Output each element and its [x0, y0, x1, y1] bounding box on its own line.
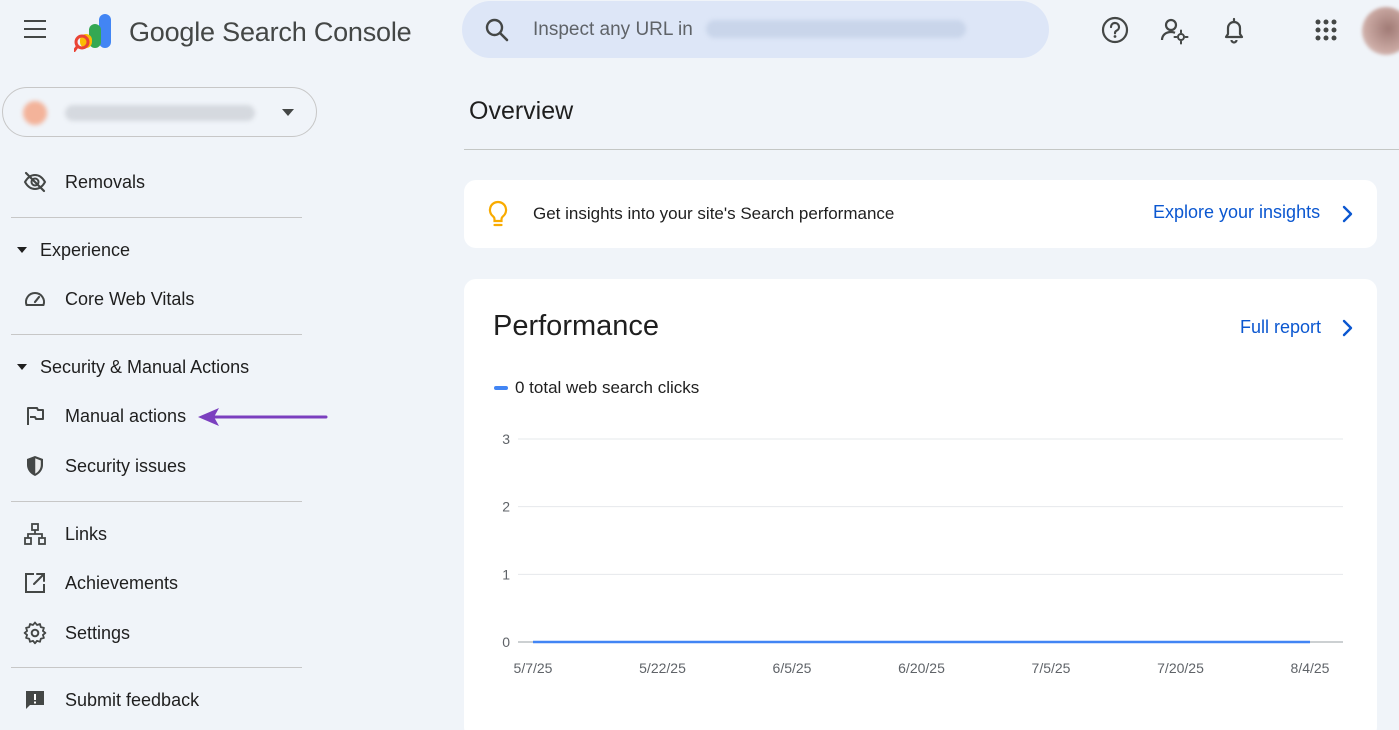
chevron-right-icon[interactable] [1339, 204, 1355, 224]
legend-label: 0 total web search clicks [515, 378, 700, 397]
speedometer-icon [25, 292, 45, 306]
chevron-right-icon[interactable] [1339, 318, 1355, 338]
chevron-down-icon [282, 109, 294, 116]
top-app-bar: Google Search Console Inspect any URL in [0, 0, 1399, 64]
sidebar-divider [11, 334, 302, 335]
lightbulb-icon [488, 200, 508, 227]
explore-insights-link[interactable]: Explore your insights [1153, 202, 1320, 223]
redacted-property-url [706, 20, 966, 38]
sidebar-divider [11, 501, 302, 502]
x-tick-label: 6/20/25 [898, 660, 945, 676]
sidebar-section-experience[interactable]: Experience [0, 233, 330, 267]
property-selector[interactable] [2, 87, 317, 137]
sidebar-item-security-issues[interactable]: Security issues [0, 446, 330, 486]
sidebar-item-label: Settings [65, 622, 131, 643]
y-tick-label: 1 [502, 566, 510, 582]
main-menu-icon[interactable] [22, 20, 48, 42]
y-tick-label: 2 [502, 499, 510, 515]
flag-icon [27, 407, 44, 425]
sidebar-item-label: Removals [65, 171, 146, 192]
sidebar-divider [11, 217, 302, 218]
legend-swatch [494, 386, 508, 390]
insights-card: Get insights into your site's Search per… [464, 180, 1377, 248]
sidebar-item-label: Core Web Vitals [65, 288, 195, 309]
search-icon [485, 18, 509, 42]
caret-down-icon [17, 364, 27, 370]
x-tick-label: 8/4/25 [1291, 660, 1330, 676]
header-divider [464, 149, 1399, 150]
apps-grid-icon[interactable] [1311, 15, 1341, 45]
sidebar-item-label: Submit feedback [65, 689, 200, 710]
sidebar-item-links[interactable]: Links [0, 514, 330, 554]
sidebar-item-label: Security issues [65, 455, 187, 476]
x-tick-label: 7/20/25 [1157, 660, 1204, 676]
sidebar-item-achievements[interactable]: Achievements [0, 563, 330, 603]
insights-text: Get insights into your site's Search per… [533, 204, 895, 223]
sitemap-icon [24, 523, 46, 545]
sidebar-divider [11, 667, 302, 668]
annotation-arrow-icon [198, 408, 328, 426]
x-tick-label: 7/5/25 [1032, 660, 1071, 676]
sidebar-item-removals[interactable]: Removals [0, 162, 330, 202]
notifications-icon[interactable] [1219, 15, 1249, 45]
sidebar-item-core-web-vitals[interactable]: Core Web Vitals [0, 279, 330, 319]
performance-chart: 0 1 2 3 5/7/25 5/22/25 6/5/25 6/20/25 7/5/25 7/20… [502, 431, 1343, 676]
performance-card: Performance Full report 0 total web sear… [464, 279, 1377, 730]
caret-down-icon [17, 247, 27, 253]
avatar[interactable] [1362, 7, 1399, 55]
search-placeholder[interactable]: Inspect any URL in [533, 19, 693, 41]
full-report-link[interactable]: Full report [1240, 317, 1321, 338]
sidebar-item-label: Achievements [65, 572, 179, 593]
x-tick-label: 5/22/25 [639, 660, 686, 676]
x-tick-label: 6/5/25 [773, 660, 812, 676]
url-inspect-search[interactable]: Inspect any URL in [462, 1, 1049, 58]
x-tick-label: 5/7/25 [514, 660, 553, 676]
gear-icon [23, 621, 47, 645]
search-console-logo-icon [74, 14, 111, 52]
open-in-new-icon [25, 573, 45, 593]
performance-title: Performance [493, 310, 660, 342]
sidebar-item-submit-feedback[interactable]: Submit feedback [0, 680, 330, 720]
sidebar-item-label: Manual actions [65, 405, 187, 426]
sidebar-section-label: Security & Manual Actions [40, 357, 250, 377]
sidebar-item-settings[interactable]: Settings [0, 613, 330, 653]
feedback-icon [26, 691, 44, 709]
y-tick-label: 0 [502, 634, 510, 650]
y-tick-label: 3 [502, 431, 510, 447]
app-title: Google Search Console [129, 17, 412, 47]
page-title: Overview [469, 97, 574, 125]
shield-icon [27, 456, 43, 476]
sidebar-item-label: Links [65, 523, 108, 544]
help-icon[interactable] [1100, 15, 1130, 45]
redacted-property-name [65, 105, 255, 121]
chart-legend-clicks[interactable]: 0 total web search clicks [494, 378, 699, 398]
property-favicon [23, 101, 47, 125]
sidebar-section-security[interactable]: Security & Manual Actions [0, 350, 330, 384]
sidebar-section-label: Experience [40, 240, 131, 260]
manage-users-icon[interactable] [1159, 15, 1189, 45]
eye-off-icon [23, 171, 47, 193]
